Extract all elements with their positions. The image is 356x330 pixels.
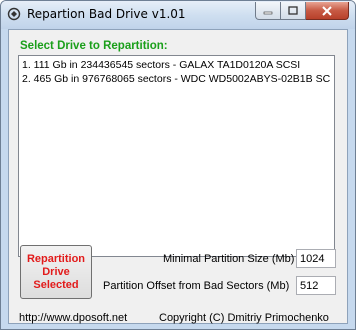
maximize-button[interactable] (281, 2, 306, 20)
website-link[interactable]: http://www.dposoft.net (19, 312, 127, 324)
min-partition-size-input[interactable] (296, 249, 336, 268)
select-drive-label: Select Drive to Repartition: (20, 40, 168, 52)
app-window: Repartion Bad Drive v1.01 Select Drive t… (0, 0, 356, 330)
status-footer: http://www.dposoft.net Copyright (C) Dmi… (1, 306, 355, 329)
app-icon (7, 7, 21, 21)
drive-list[interactable]: 1. 111 Gb in 234436545 sectors - GALAX T… (18, 55, 335, 257)
repartition-drive-button[interactable]: Repartition Drive Selected (20, 245, 92, 299)
copyright-text: Copyright (C) Dmitriy Primochenko (159, 312, 329, 324)
partition-offset-label: Partition Offset from Bad Sectors (Mb) (103, 280, 290, 292)
close-icon (322, 5, 332, 16)
min-partition-size-label: Minimal Partition Size (Mb) (163, 253, 295, 265)
window-title: Repartion Bad Drive v1.01 (27, 7, 186, 21)
close-button[interactable] (306, 2, 349, 20)
partition-offset-input[interactable] (296, 276, 336, 295)
repartition-button-line2: Drive (42, 265, 70, 278)
client-area: Select Drive to Repartition: 1. 111 Gb i… (8, 29, 348, 324)
repartition-button-line1: Repartition (26, 252, 86, 265)
maximize-icon (288, 6, 298, 15)
drive-list-item[interactable]: 2. 465 Gb in 976768065 sectors - WDC WD5… (22, 72, 331, 86)
drive-list-item[interactable]: 1. 111 Gb in 234436545 sectors - GALAX T… (22, 58, 331, 72)
minimize-button[interactable] (255, 2, 281, 20)
minimize-icon (263, 11, 273, 14)
repartition-button-line3: Selected (33, 278, 79, 291)
title-bar[interactable]: Repartion Bad Drive v1.01 (1, 1, 355, 29)
